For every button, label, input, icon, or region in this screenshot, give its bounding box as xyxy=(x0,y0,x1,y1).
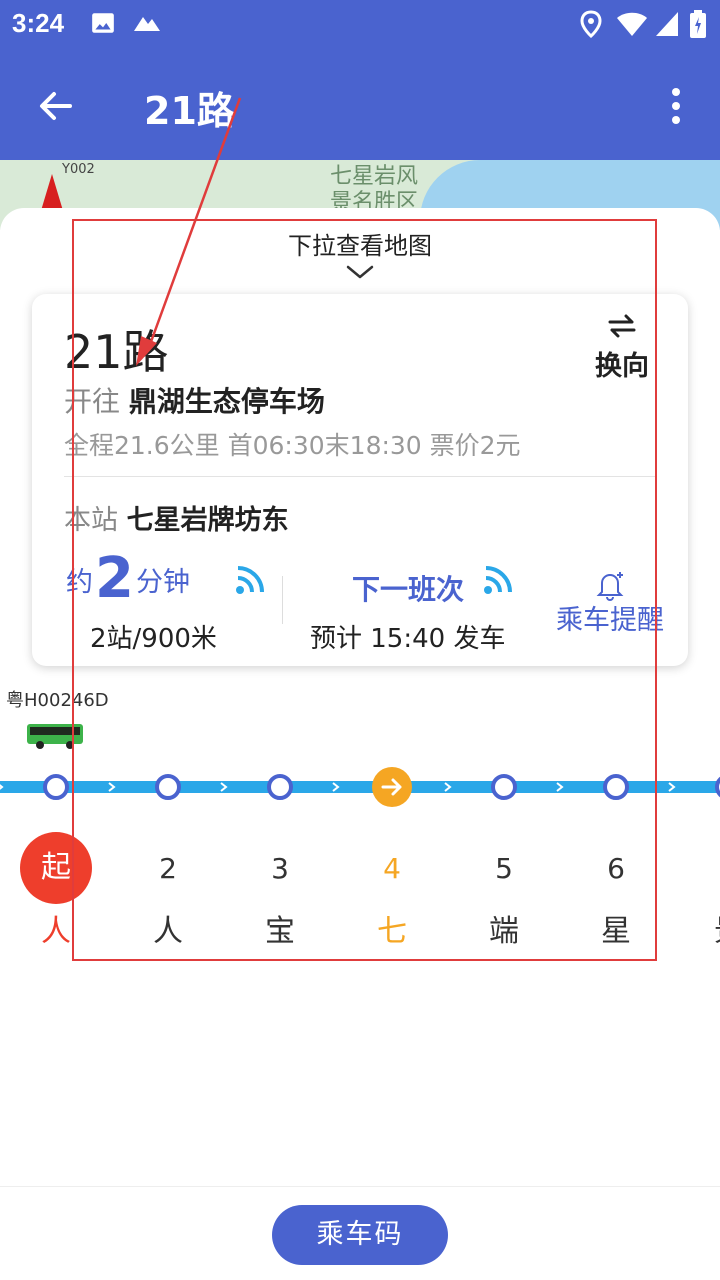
mountain-icon xyxy=(134,17,160,31)
annotation-rectangle xyxy=(72,219,657,961)
signal-icon xyxy=(656,12,678,36)
back-arrow-icon[interactable] xyxy=(32,82,80,130)
image-icon xyxy=(92,13,114,33)
status-time: 3:24 xyxy=(12,8,65,38)
page-title: 21路 xyxy=(144,89,235,133)
more-vert-icon[interactable] xyxy=(660,82,692,130)
battery-icon xyxy=(690,10,706,38)
stop-marker[interactable] xyxy=(43,774,69,800)
bottom-bar: 乘车码 xyxy=(0,1186,720,1280)
map-road-label: Y002 xyxy=(62,162,95,177)
status-bar: 3:24 xyxy=(0,0,720,50)
wifi-icon xyxy=(617,12,647,36)
ride-code-button[interactable]: 乘车码 xyxy=(272,1205,448,1265)
app-bar: 21路 xyxy=(0,50,720,160)
stop-name[interactable]: 景 xyxy=(714,906,720,950)
location-icon xyxy=(580,10,602,38)
